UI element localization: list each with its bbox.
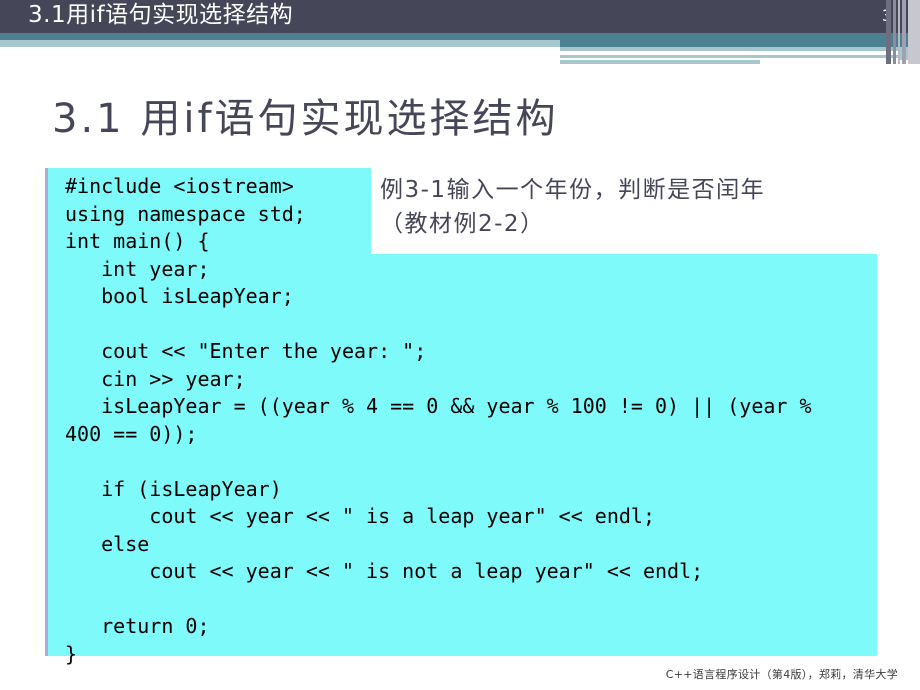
stripe-5 [908, 0, 920, 64]
footer-attribution: C++语言程序设计（第4版），郑莉，清华大学 [665, 668, 898, 681]
stripe-2 [893, 0, 896, 64]
example-callout-text: 例3-1输入一个年份，判断是否闰年 （教材例2-2） [380, 177, 766, 237]
example-callout: 例3-1输入一个年份，判断是否闰年 （教材例2-2） [371, 168, 920, 254]
decor-band-light-low [560, 60, 760, 64]
page-title: 3.1 用if语句实现选择结构 [52, 96, 559, 142]
decor-band-light-left [0, 40, 560, 47]
slide-canvas: 3.1用if语句实现选择结构 3 3.1 用if语句实现选择结构 #includ… [0, 0, 920, 690]
stripe-4 [902, 0, 906, 64]
stripe-3 [898, 0, 900, 64]
stripe-1 [886, 0, 891, 64]
slide-header-bar: 3.1用if语句实现选择结构 3 [0, 0, 920, 33]
header-title: 3.1用if语句实现选择结构 [28, 2, 294, 28]
decor-stripe-white-a [560, 51, 900, 55]
